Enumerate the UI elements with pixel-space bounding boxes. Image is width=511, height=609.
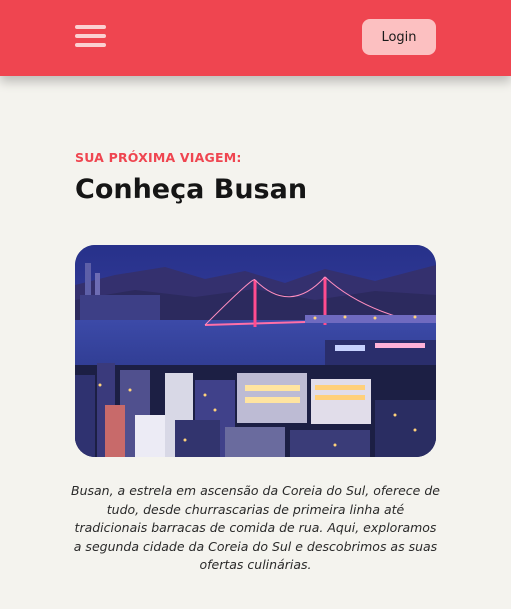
menu-bar-middle — [75, 34, 106, 38]
busan-hero-image — [75, 245, 436, 457]
login-button[interactable]: Login — [362, 19, 436, 55]
top-nav-bar: Login — [0, 0, 511, 76]
menu-bar-bottom — [75, 43, 106, 47]
menu-bar-top — [75, 25, 106, 29]
intro-description: Busan, a estrela em ascensão da Coreia d… — [71, 483, 440, 572]
section-eyebrow: SUA PRÓXIMA VIAGEM: — [75, 150, 242, 165]
city-night-illustration — [75, 245, 436, 457]
hamburger-menu-icon[interactable] — [75, 25, 106, 49]
page-title: Conheça Busan — [75, 174, 308, 205]
